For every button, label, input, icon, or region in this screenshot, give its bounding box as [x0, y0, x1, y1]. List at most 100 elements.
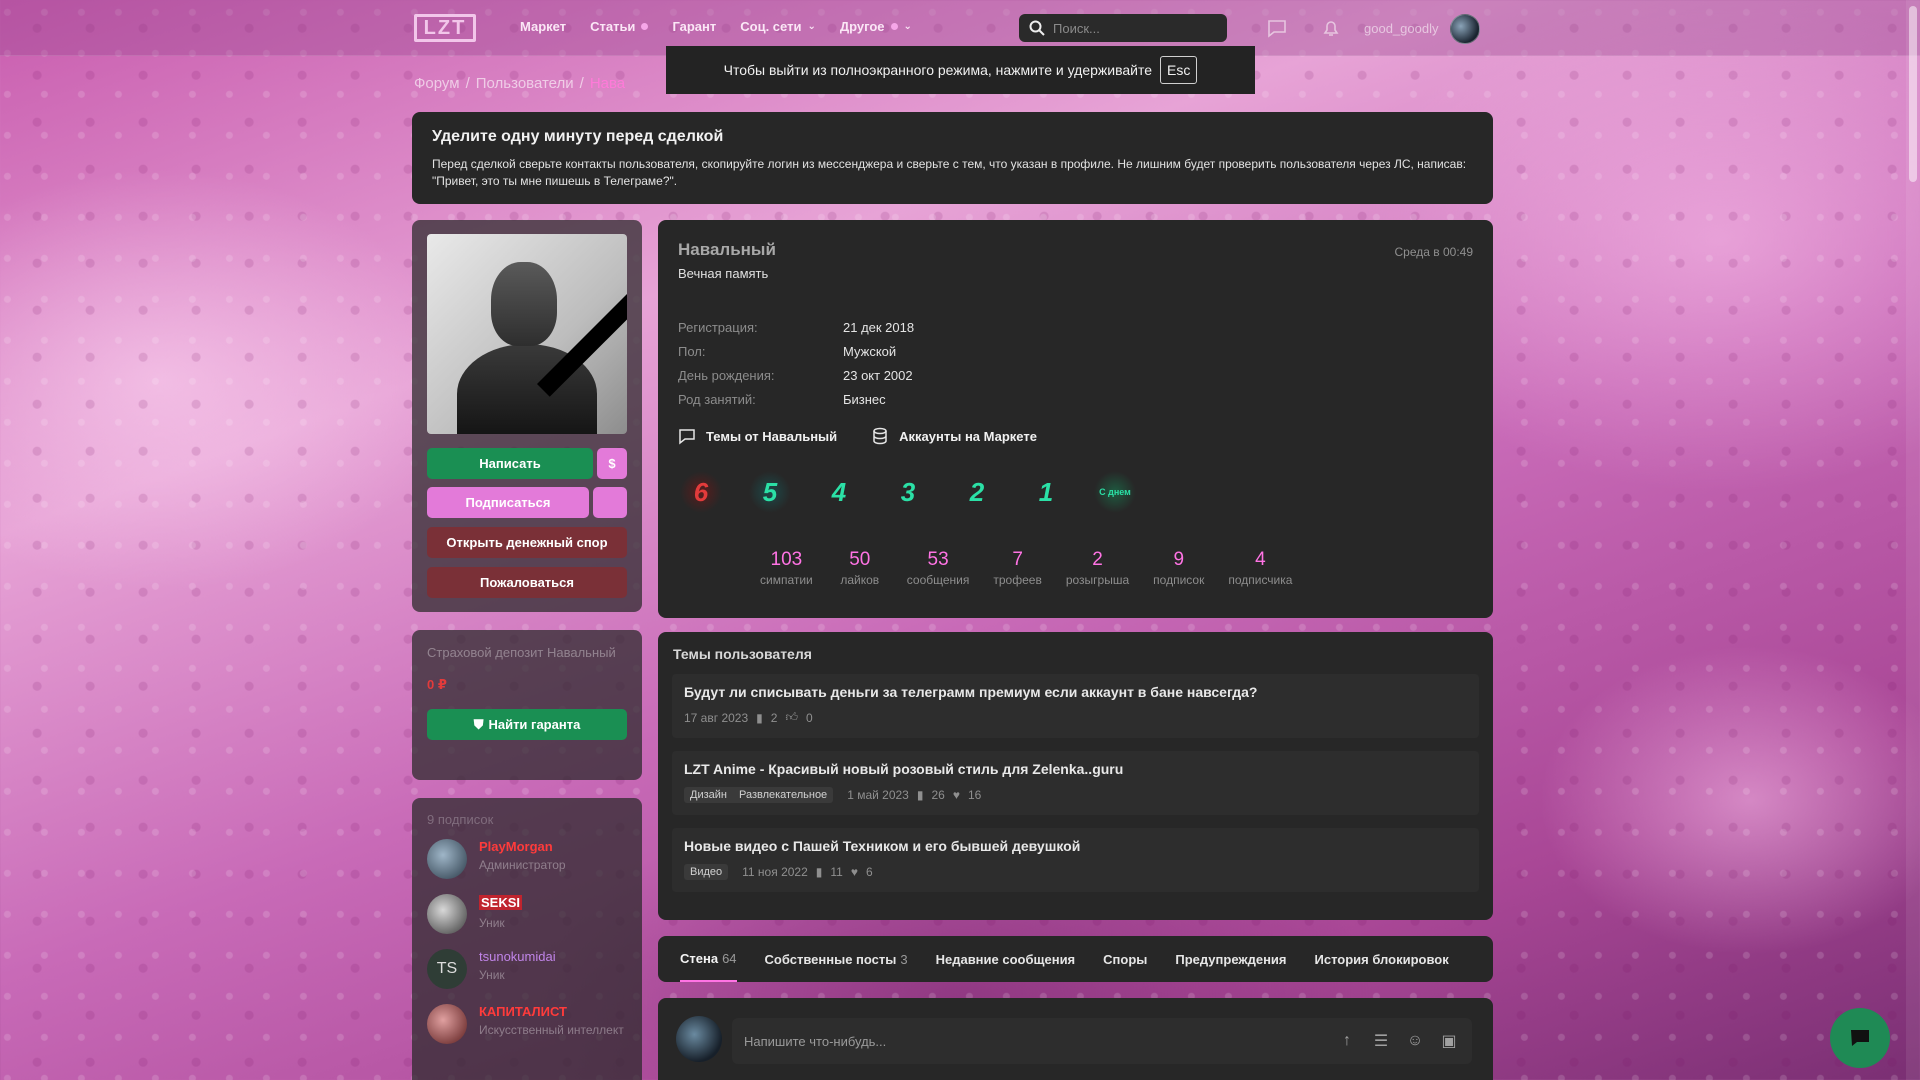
tab-recent-messages[interactable]: Недавние сообщения: [936, 936, 1076, 982]
arrow-up-icon[interactable]: ↑: [1336, 1030, 1358, 1052]
nav-item-guarantor[interactable]: Гарант: [672, 19, 716, 34]
profile-avatar[interactable]: [427, 234, 627, 434]
trophies-row: 6 5 4 3 2 1 С днем: [680, 471, 1473, 513]
profile-stats: 103 симпатии 50 лайков 53 сообщения 7 трофее…: [748, 549, 1473, 587]
stat-likes[interactable]: 50 лайков: [825, 549, 895, 587]
followers-list: 9 подписок PlayMorgan Администратор SEKSI…: [412, 798, 642, 1080]
list-item[interactable]: КАПИТАЛИСТ Искусственный интеллект: [427, 1004, 627, 1044]
database-icon: [873, 427, 887, 445]
search-input[interactable]: [1053, 20, 1203, 36]
tab-ban-history[interactable]: История блокировок: [1315, 936, 1449, 982]
list-item[interactable]: SEKSI Уник: [427, 894, 627, 934]
list-item[interactable]: PlayMorgan Администратор: [427, 839, 627, 879]
nav-item-articles[interactable]: Статьи: [590, 19, 649, 34]
heart-icon: ♥: [952, 788, 960, 802]
trophy-icon[interactable]: 2: [956, 471, 998, 513]
deal-notice: Уделите одну минуту перед сделкой Перед …: [412, 112, 1493, 204]
stat-giveaways[interactable]: 2 розыгрыша: [1054, 549, 1141, 587]
emoji-icon[interactable]: ☺: [1404, 1030, 1426, 1052]
last-seen: Среда в 00:49: [1394, 245, 1474, 259]
stat-sympathies[interactable]: 103 симпатии: [748, 549, 825, 587]
chat-bubble-icon: [1851, 1030, 1869, 1046]
user-avatar[interactable]: [1450, 14, 1480, 44]
scrollbar-thumb[interactable]: [1909, 6, 1917, 182]
comment-icon: ▮: [815, 865, 823, 879]
trophy-icon[interactable]: 3: [887, 471, 929, 513]
user-topics-link[interactable]: Темы от Навальный: [678, 427, 837, 445]
deposit-amount: 0 ₽: [427, 677, 447, 692]
avatar[interactable]: [676, 1016, 722, 1062]
current-username[interactable]: good_goodly: [1364, 21, 1438, 36]
trophy-icon[interactable]: 4: [818, 471, 860, 513]
avatar[interactable]: [427, 894, 467, 934]
tab-warnings[interactable]: Предупреждения: [1175, 936, 1286, 982]
nav-item-market[interactable]: Маркет: [520, 19, 566, 34]
breadcrumb-forum[interactable]: Форум: [414, 75, 460, 92]
followers-title[interactable]: 9 подписок: [427, 812, 627, 827]
scrollbar[interactable]: [1906, 0, 1920, 1080]
list-icon[interactable]: ☰: [1370, 1030, 1392, 1052]
insurance-deposit: Страховой депозит Навальный 0 ₽ ⛊ Найти …: [412, 630, 642, 780]
chevron-down-icon: ⌄: [807, 21, 816, 32]
breadcrumb-users[interactable]: Пользователи: [476, 75, 574, 92]
comment-icon: ▮: [756, 710, 763, 725]
breadcrumb-current[interactable]: Нава: [590, 75, 625, 92]
subscribe-options-button[interactable]: [593, 487, 627, 518]
profile-status: Вечная память: [678, 266, 769, 281]
notice-text: Перед сделкой сверьте контакты пользоват…: [432, 157, 1467, 188]
list-item[interactable]: TS tsunokumidai Уник: [427, 949, 627, 989]
stat-trophies[interactable]: 7 трофеев: [981, 549, 1053, 587]
tab-wall[interactable]: Стена 64: [680, 936, 737, 982]
stat-following[interactable]: 9 подписок: [1141, 549, 1216, 587]
nav-item-other[interactable]: Другое ⌄: [840, 19, 912, 34]
image-icon[interactable]: ▣: [1438, 1030, 1460, 1052]
comment-icon: ▮: [916, 788, 924, 802]
notice-title: Уделите одну минуту перед сделкой: [432, 128, 724, 145]
avatar[interactable]: TS: [427, 949, 467, 989]
site-logo[interactable]: LZT: [414, 14, 476, 42]
chat-bubble-icon[interactable]: [1266, 17, 1288, 39]
trophy-icon[interactable]: 6: [680, 471, 722, 513]
shield-icon: ⛊: [473, 716, 484, 732]
wall-post-input[interactable]: [744, 1033, 1336, 1049]
deposit-label: Страховой депозит Навальный: [427, 645, 616, 660]
tab-disputes[interactable]: Споры: [1103, 936, 1147, 982]
send-money-button[interactable]: $: [597, 448, 627, 479]
tag[interactable]: Дизайн: [684, 787, 733, 803]
user-topics: Темы пользователя Будут ли списывать ден…: [658, 632, 1493, 920]
chat-button[interactable]: [1830, 1008, 1890, 1068]
tab-own-posts[interactable]: Собственные посты 3: [765, 936, 908, 982]
breadcrumb: Форум / Пользователи / Нава: [414, 75, 626, 92]
nav-item-social[interactable]: Соц. сети ⌄: [740, 19, 816, 34]
subscribe-button[interactable]: Подписаться: [427, 487, 589, 518]
open-dispute-button[interactable]: Открыть денежный спор: [427, 527, 627, 558]
avatar[interactable]: [427, 839, 467, 879]
tag[interactable]: Развлекательное: [733, 787, 833, 803]
profile-info: Регистрация: 21 дек 2018 Пол: Мужской День…: [678, 319, 915, 407]
chat-bubble-icon: [679, 429, 695, 445]
search-box[interactable]: [1019, 14, 1227, 42]
stat-followers[interactable]: 4 подписчика: [1216, 549, 1304, 587]
esc-key-hint: Esc: [1160, 56, 1198, 84]
tag[interactable]: Видео: [684, 864, 729, 880]
avatar[interactable]: [427, 1004, 467, 1044]
write-message-button[interactable]: Написать: [427, 448, 593, 479]
profile-card: Навальный Вечная память Среда в 00:49 Ре…: [658, 220, 1493, 618]
new-dot-icon: [641, 23, 649, 30]
search-icon: [1029, 20, 1045, 36]
trophy-icon[interactable]: С днем: [1094, 471, 1136, 513]
thumbs-up-icon: 👍︎: [785, 710, 798, 724]
report-button[interactable]: Пожаловаться: [427, 567, 627, 598]
stat-messages[interactable]: 53 сообщения: [895, 549, 982, 587]
topic-item[interactable]: Новые видео с Пашей Техником и его бывше…: [672, 828, 1479, 892]
wall-composer: ↑ ☰ ☺ ▣: [658, 998, 1493, 1080]
fullscreen-exit-banner: Чтобы выйти из полноэкранного режима, на…: [666, 46, 1255, 94]
trophy-icon[interactable]: 5: [749, 471, 791, 513]
market-accounts-link[interactable]: Аккаунты на Маркете: [871, 427, 1037, 445]
trophy-icon[interactable]: 1: [1025, 471, 1067, 513]
find-guarantor-button[interactable]: ⛊ Найти гаранта: [427, 709, 627, 740]
topic-item[interactable]: Будут ли списывать деньги за телеграмм п…: [672, 674, 1479, 738]
bell-icon[interactable]: [1320, 17, 1342, 39]
topic-item[interactable]: LZT Anime - Красивый новый розовый стиль…: [672, 751, 1479, 815]
profile-sidebar: Написать $ Подписаться Открыть денежный …: [412, 220, 642, 612]
